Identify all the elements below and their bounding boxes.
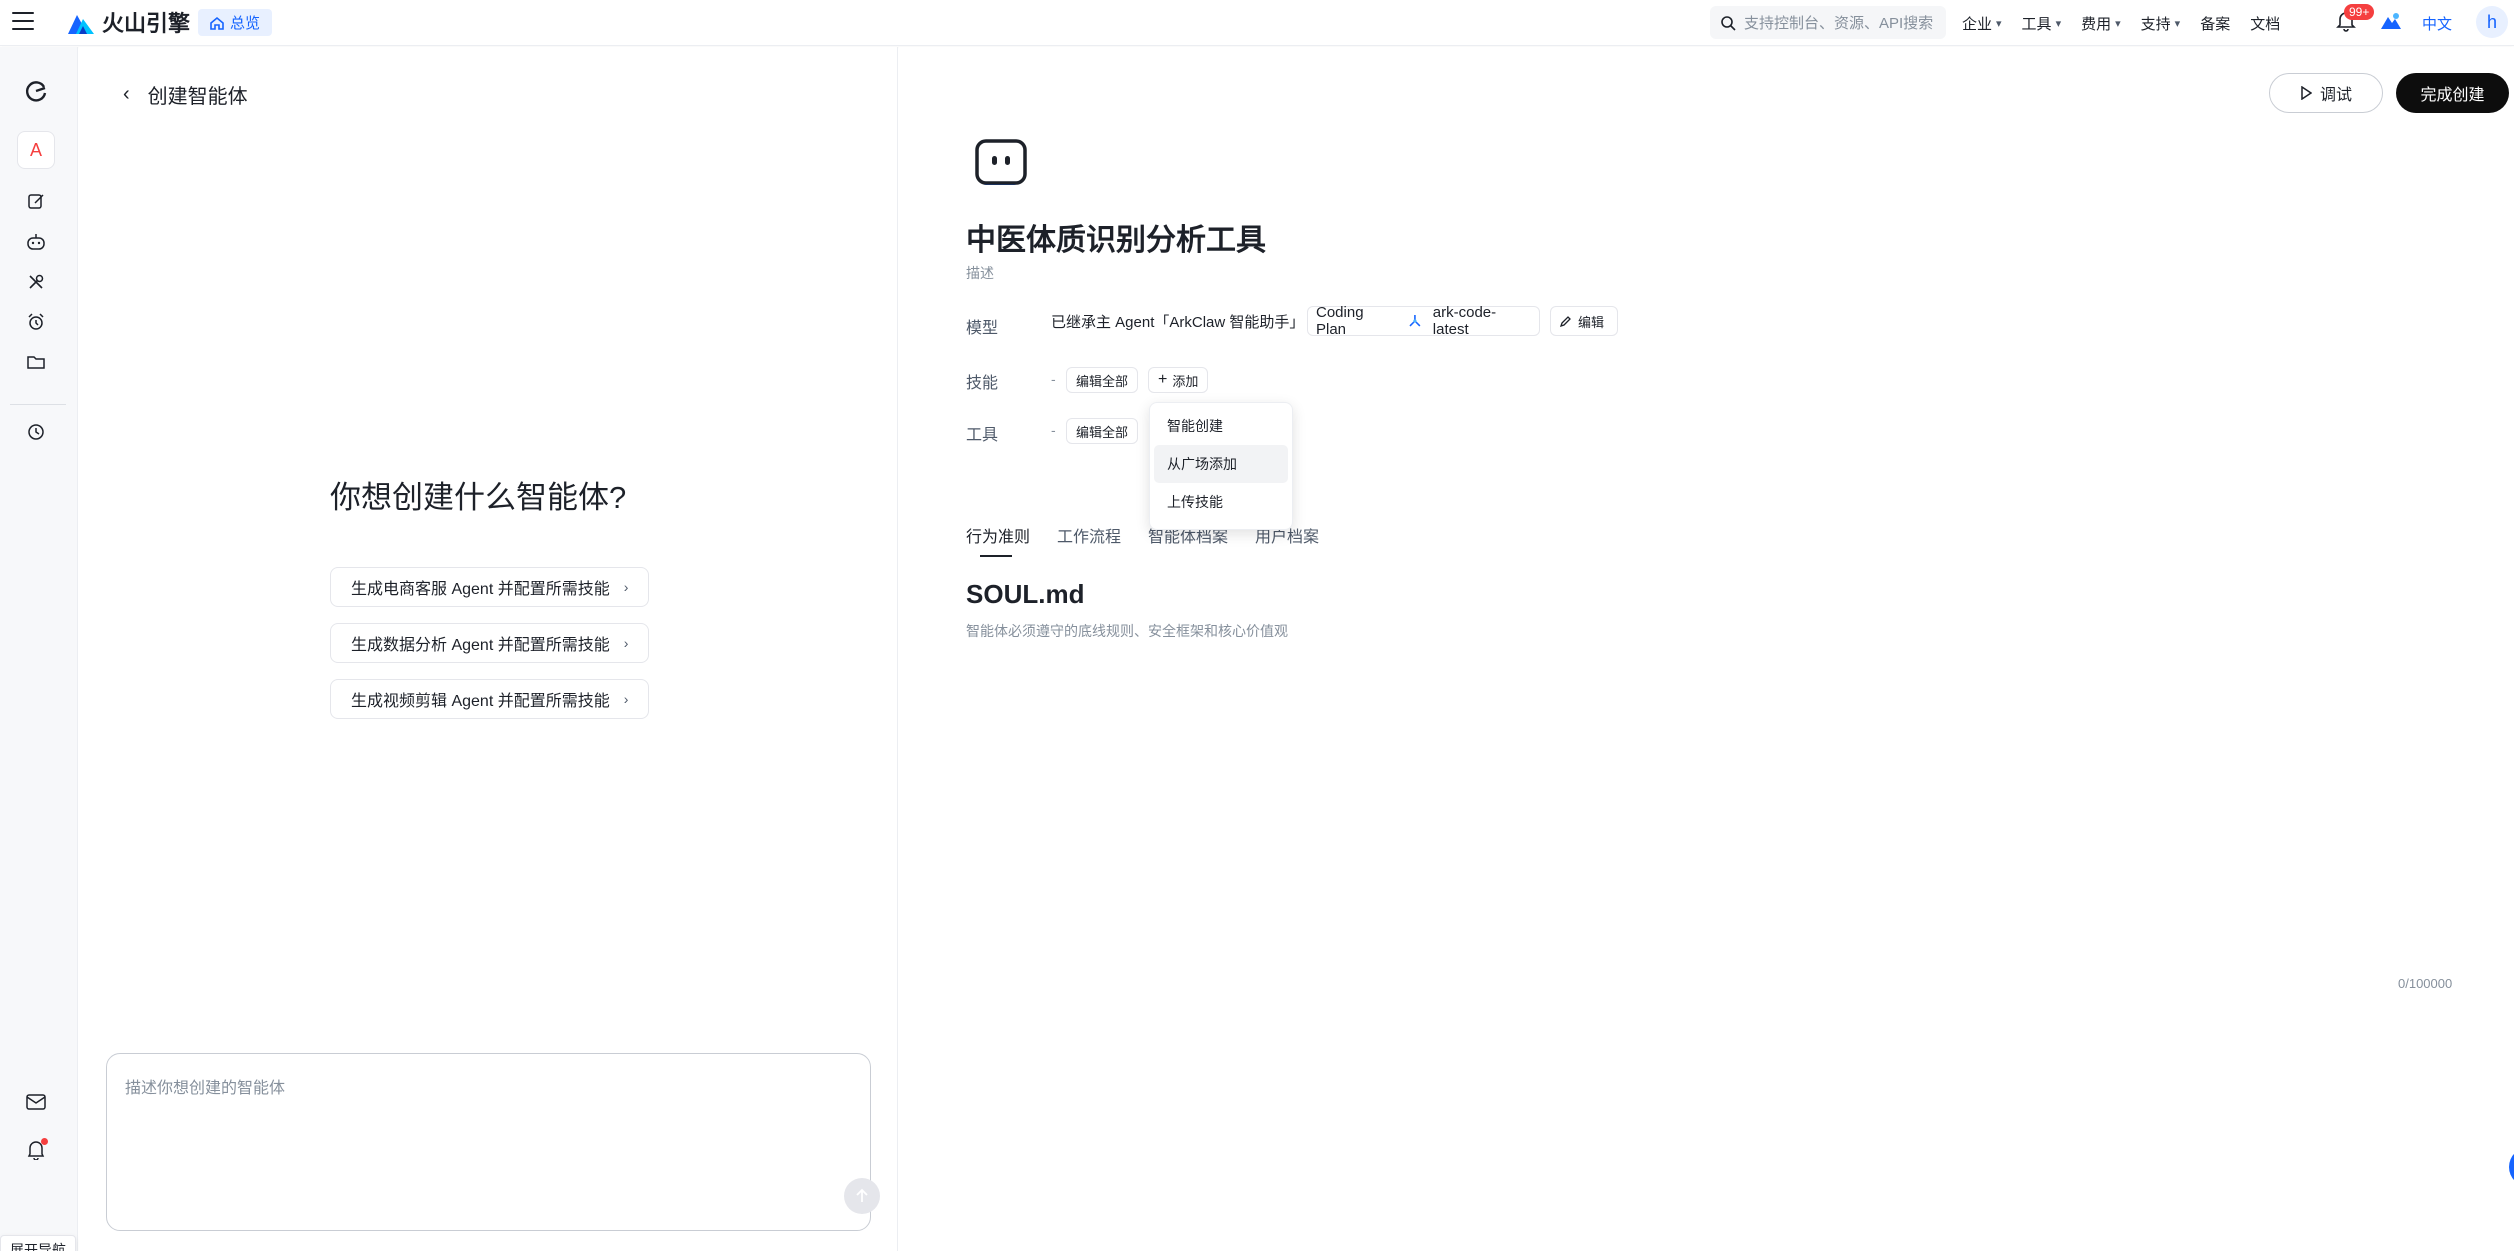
play-icon <box>2301 86 2312 100</box>
folder-icon[interactable] <box>24 350 48 374</box>
skills-add-button[interactable]: + 添加 <box>1148 367 1209 393</box>
suggestion-label: 生成数据分析 Agent 并配置所需技能 <box>351 637 610 654</box>
tools-value: - <box>1051 422 1056 438</box>
chevron-down-icon: ▾ <box>2055 17 2062 30</box>
tab-code-of-conduct[interactable]: 行为准则 <box>966 523 1030 557</box>
top-search[interactable]: 支持控制台、资源、API搜索 <box>1710 6 1946 39</box>
add-skill-menu: 智能创建 从广场添加 上传技能 <box>1149 402 1293 530</box>
nav-billing-label: 费用 <box>2081 15 2112 33</box>
chat-panel: ‹ 创建智能体 你想创建什么智能体? 生成电商客服 Agent 并配置所需技能 … <box>79 47 898 1251</box>
back-button[interactable]: ‹ 创建智能体 <box>123 80 248 109</box>
notification-badge: 99+ <box>2344 4 2375 20</box>
top-nav: 企业 ▾ 工具 ▾ 费用 ▾ 支持 ▾ 备案 文档 <box>1962 0 2280 46</box>
model-inherited-text: 已继承主 Agent「ArkClaw 智能助手」 <box>1051 314 1305 331</box>
robot-icon[interactable] <box>24 230 48 254</box>
tools-label: 工具 <box>966 427 999 444</box>
nav-docs[interactable]: 文档 <box>2250 13 2280 34</box>
menu-item-add-from-plaza[interactable]: 从广场添加 <box>1154 445 1288 483</box>
send-button[interactable] <box>844 1178 880 1214</box>
agent-config-panel: 调试 完成创建 中医体质识别分析工具 描述 模型 已继承主 Agent「ArkC… <box>899 47 2514 1251</box>
agent-name[interactable]: 中医体质识别分析工具 <box>966 215 1266 259</box>
prompt-heading: 你想创建什么智能体? <box>330 480 627 515</box>
add-label: 添加 <box>1172 373 1199 389</box>
menu-icon[interactable] <box>12 12 34 32</box>
menu-item-upload-skill[interactable]: 上传技能 <box>1154 483 1288 521</box>
suggestion-label: 生成电商客服 Agent 并配置所需技能 <box>351 581 610 598</box>
model-chip[interactable]: Coding Plan ark-code-latest <box>1307 304 1540 338</box>
skills-value: - <box>1051 371 1056 387</box>
brand-name: 火山引擎 <box>102 11 191 36</box>
top-bar: 火山引擎 总览 支持控制台、资源、API搜索 企业 ▾ 工具 ▾ 费用 ▾ 支持 ▾ 备… <box>0 0 2514 46</box>
history-icon[interactable] <box>24 420 48 444</box>
suggestion-ecommerce[interactable]: 生成电商客服 Agent 并配置所需技能 › <box>330 567 650 607</box>
floating-assistant-button[interactable] <box>2509 1147 2514 1187</box>
menu-item-smart-create[interactable]: 智能创建 <box>1154 407 1288 445</box>
chevron-right-icon: › <box>623 579 629 595</box>
chevron-left-icon: ‹ <box>123 83 130 105</box>
debug-button[interactable]: 调试 <box>2269 73 2383 113</box>
chevron-down-icon: ▾ <box>2115 17 2121 30</box>
nav-tools-label: 工具 <box>2021 15 2052 33</box>
model-edit-button[interactable]: 编辑 <box>1550 306 1618 336</box>
suggestion-label: 生成视频剪辑 Agent 并配置所需技能 <box>351 693 610 710</box>
nav-enterprise[interactable]: 企业 ▾ <box>1962 13 2002 34</box>
edit-icon[interactable] <box>24 189 48 213</box>
unread-dot <box>41 1138 48 1145</box>
overview-chip[interactable]: 总览 <box>198 9 273 36</box>
brand-logo[interactable]: 火山引擎 <box>66 6 190 38</box>
nav-tools[interactable]: 工具 ▾ <box>2022 13 2062 34</box>
agent-description-input[interactable] <box>125 1074 825 1174</box>
overview-label: 总览 <box>230 15 261 32</box>
left-sidebar: A 展开导航 <box>0 47 78 1251</box>
coding-plan-label: Coding Plan <box>1316 304 1364 338</box>
suggestion-video-editing[interactable]: 生成视频剪辑 Agent 并配置所需技能 › <box>330 679 650 719</box>
search-icon <box>1721 15 1736 31</box>
model-label: 模型 <box>966 320 999 337</box>
model-logo-icon <box>1409 315 1421 327</box>
chevron-right-icon: › <box>623 635 629 651</box>
tools-edit-all-button[interactable]: 编辑全部 <box>1066 418 1139 444</box>
model-name: ark-code-latest <box>1432 304 1497 338</box>
alarm-clock-icon[interactable] <box>24 310 48 334</box>
nav-support[interactable]: 支持 ▾ <box>2141 13 2181 34</box>
document-title: SOUL.md <box>966 579 1085 609</box>
cloud-mountain-icon[interactable] <box>2380 10 2402 32</box>
search-placeholder: 支持控制台、资源、API搜索 <box>1744 15 1934 32</box>
tab-workflow[interactable]: 工作流程 <box>1057 523 1121 555</box>
character-count: 0/100000 <box>2398 976 2453 991</box>
message-composer <box>106 1053 880 1231</box>
sidebar-divider <box>10 404 66 405</box>
nav-billing[interactable]: 费用 ▾ <box>2081 13 2121 34</box>
agent-description[interactable]: 描述 <box>966 263 994 283</box>
debug-label: 调试 <box>2319 87 2352 104</box>
pencil-icon <box>1559 315 1571 327</box>
skills-edit-all-button[interactable]: 编辑全部 <box>1066 367 1139 393</box>
plus-icon: + <box>1158 371 1168 388</box>
expand-nav-tooltip[interactable]: 展开导航 <box>0 1235 76 1251</box>
language-switch[interactable]: 中文 <box>2422 13 2452 34</box>
nav-filing-label: 备案 <box>2200 15 2231 33</box>
nav-support-label: 支持 <box>2140 15 2171 33</box>
volcano-logo-icon <box>68 15 94 34</box>
nav-enterprise-label: 企业 <box>1962 15 1993 33</box>
agent-avatar-icon[interactable] <box>975 139 1027 191</box>
mail-icon[interactable] <box>24 1090 48 1114</box>
arrow-up-icon <box>856 1188 868 1202</box>
suggestion-data-analysis[interactable]: 生成数据分析 Agent 并配置所需技能 › <box>330 623 650 663</box>
chevron-down-icon: ▾ <box>2174 17 2181 30</box>
tools-icon[interactable] <box>24 270 48 294</box>
page-title: 创建智能体 <box>147 86 248 108</box>
document-subtitle: 智能体必须遵守的底线规则、安全框架和核心价值观 <box>966 623 1288 639</box>
chevron-down-icon: ▾ <box>1996 17 2002 30</box>
nav-filing[interactable]: 备案 <box>2200 13 2230 34</box>
workspace-avatar[interactable]: A <box>17 131 55 169</box>
skills-label: 技能 <box>966 375 999 392</box>
nav-docs-label: 文档 <box>2250 15 2281 33</box>
finish-create-button[interactable]: 完成创建 <box>2396 73 2509 113</box>
chevron-right-icon: › <box>623 691 629 707</box>
home-icon <box>210 16 224 30</box>
edit-label: 编辑 <box>1578 314 1605 330</box>
app-logo-icon[interactable] <box>24 79 48 103</box>
user-avatar[interactable]: h <box>2476 6 2508 38</box>
